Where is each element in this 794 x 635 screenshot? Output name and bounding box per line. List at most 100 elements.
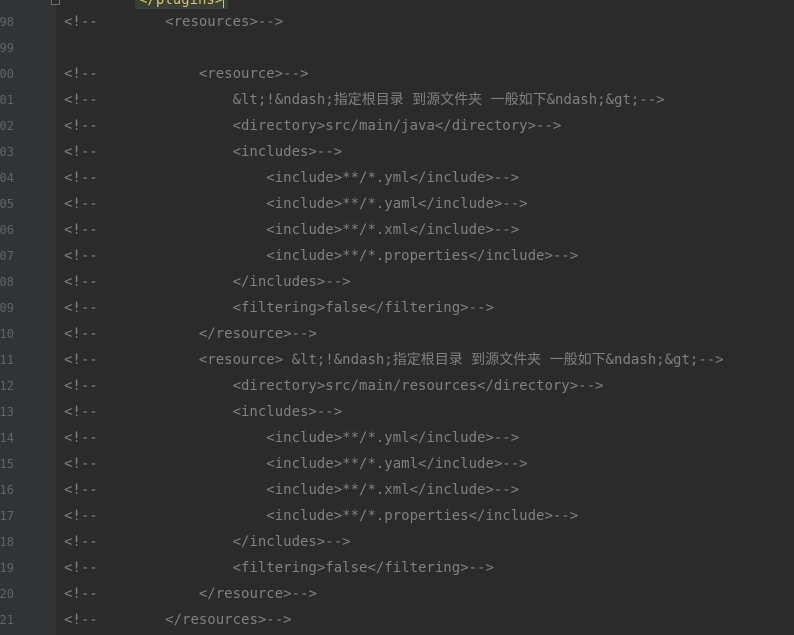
comment-prefix: <!-- (64, 508, 98, 524)
code-text: </resource>--> (198, 586, 317, 602)
code-line[interactable]: <!-- <include>**/*.yaml</include>--> (64, 451, 528, 477)
line-number-gutter[interactable]: 98 99 00 01 02 03 04 05 06 07 08 09 10 11 12 13 14 15 16 17… (0, 0, 60, 635)
line-number: 20 (0, 587, 14, 601)
code-line[interactable]: <!-- </includes>--> (64, 269, 351, 295)
comment-prefix: <!-- (64, 326, 98, 342)
code-line[interactable]: <!-- <resource>--> (64, 61, 308, 87)
code-line[interactable]: <!-- <include>**/*.yml</include>--> (64, 425, 519, 451)
comment-prefix: <!-- (64, 404, 98, 420)
comment-prefix: <!-- (64, 300, 98, 316)
comment-prefix: <!-- (64, 482, 98, 498)
line-number: 07 (0, 249, 14, 263)
line-number: 99 (0, 41, 14, 55)
comment-prefix: <!-- (64, 92, 98, 108)
comment-prefix: <!-- (64, 222, 98, 238)
code-text: <include>**/*.yml</include>--> (266, 430, 520, 446)
highlighted-closing-tag: </plugins> (135, 0, 229, 9)
comment-prefix: <!-- (64, 14, 98, 30)
code-text: </includes>--> (232, 274, 351, 290)
comment-prefix: <!-- (64, 66, 98, 82)
code-line[interactable]: <!-- <filtering>false</filtering>--> (64, 555, 494, 581)
code-line[interactable]: <!-- <resource> &lt;!&ndash;指定根目录 到源文件夹 … (64, 347, 724, 373)
line-number: 16 (0, 483, 14, 497)
code-line[interactable]: <!-- <includes>--> (64, 139, 342, 165)
code-line[interactable]: <!-- <include>**/*.yml</include>--> (64, 165, 519, 191)
code-line[interactable]: <!-- <include>**/*.xml</include>--> (64, 477, 519, 503)
code-line[interactable]: <!-- </resources>--> (64, 607, 292, 633)
line-number: 14 (0, 431, 14, 445)
line-number: 15 (0, 457, 14, 471)
text-caret (223, 0, 225, 8)
comment-prefix: <!-- (64, 612, 98, 628)
line-number: 17 (0, 509, 14, 523)
code-text: <directory>src/main/java</directory>--> (232, 118, 562, 134)
code-text: </resource>--> (198, 326, 317, 342)
code-line[interactable]: <!-- <includes>--> (64, 399, 342, 425)
line-number: 09 (0, 301, 14, 315)
code-text: <resources>--> (165, 14, 284, 30)
line-number: 06 (0, 223, 14, 237)
comment-prefix: <!-- (64, 196, 98, 212)
code-line[interactable]: <!-- <include>**/*.properties</include>-… (64, 243, 578, 269)
line-number: 05 (0, 197, 14, 211)
code-editor[interactable]: 98 99 00 01 02 03 04 05 06 07 08 09 10 11 12 13 14 15 16 17… (0, 0, 794, 635)
code-text: <resource>--> (198, 66, 309, 82)
comment-prefix: <!-- (64, 144, 98, 160)
comment-prefix: <!-- (64, 248, 98, 264)
line-number: 11 (0, 353, 14, 367)
line-number: 04 (0, 171, 14, 185)
code-line[interactable]: <!-- &lt;!&ndash;指定根目录 到源文件夹 一般如下&ndash;… (64, 87, 665, 113)
code-text: <includes>--> (232, 404, 343, 420)
code-line[interactable]: <!-- <filtering>false</filtering>--> (64, 295, 494, 321)
code-line[interactable]: <!-- <include>**/*.xml</include>--> (64, 217, 519, 243)
code-text: <filtering>false</filtering>--> (232, 560, 494, 576)
comment-prefix: <!-- (64, 352, 98, 368)
code-line[interactable]: <!-- </resource>--> (64, 321, 317, 347)
line-number: 98 (0, 15, 14, 29)
code-line[interactable]: <!-- <directory>src/main/java</directory… (64, 113, 561, 139)
line-number: 03 (0, 145, 14, 159)
line-number: 02 (0, 119, 14, 133)
line-number: 21 (0, 613, 14, 627)
line-number: 19 (0, 561, 14, 575)
code-text: <include>**/*.properties</include>--> (266, 508, 579, 524)
code-text: &lt;!&ndash;指定根目录 到源文件夹 一般如下&ndash;&gt;-… (232, 92, 665, 108)
comment-prefix: <!-- (64, 378, 98, 394)
code-line[interactable]: <!-- <include>**/*.properties</include>-… (64, 503, 578, 529)
code-text: <include>**/*.yaml</include>--> (266, 196, 528, 212)
code-area[interactable]: </plugins> <!-- <resources>--> <!-- <reso… (56, 0, 794, 635)
code-text: <filtering>false</filtering>--> (232, 300, 494, 316)
code-text: </resources>--> (165, 612, 292, 628)
code-text: <include>**/*.xml</include>--> (266, 482, 520, 498)
comment-prefix: <!-- (64, 274, 98, 290)
code-line[interactable]: <!-- <directory>src/main/resources</dire… (64, 373, 603, 399)
code-text: <include>**/*.yml</include>--> (266, 170, 520, 186)
code-line[interactable]: <!-- </includes>--> (64, 529, 351, 555)
comment-prefix: <!-- (64, 170, 98, 186)
code-text: <includes>--> (232, 144, 343, 160)
comment-prefix: <!-- (64, 534, 98, 550)
line-number: 18 (0, 535, 14, 549)
line-number: 01 (0, 93, 14, 107)
code-line[interactable]: <!-- <include>**/*.yaml</include>--> (64, 191, 528, 217)
code-line[interactable]: <!-- </resource>--> (64, 581, 317, 607)
comment-prefix: <!-- (64, 456, 98, 472)
comment-prefix: <!-- (64, 430, 98, 446)
code-line[interactable]: <!-- <resources>--> (64, 9, 283, 35)
